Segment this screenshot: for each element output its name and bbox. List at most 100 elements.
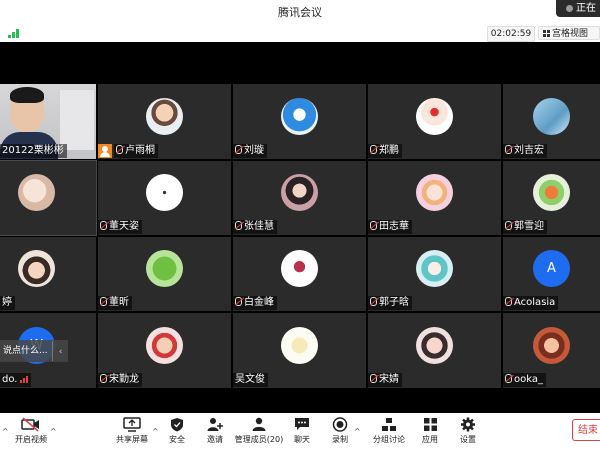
signal-bars-icon xyxy=(20,376,29,383)
mic-muted-icon xyxy=(505,221,512,230)
participant-name: 郭子晗 xyxy=(368,296,412,310)
participant-avatar xyxy=(18,174,55,211)
gear-icon xyxy=(461,417,475,432)
breakout-rooms-label: 分组讨论 xyxy=(373,435,405,444)
mic-muted-icon xyxy=(370,221,377,230)
participant-tile[interactable]: 郑鹏 xyxy=(368,84,501,159)
speaking-indicator[interactable]: 正在 xyxy=(556,0,600,17)
participant-tile[interactable]: 刘吉宏 xyxy=(503,84,600,159)
participant-tile[interactable]: 白金峰 xyxy=(233,237,366,311)
mic-muted-icon xyxy=(505,297,512,306)
participant-avatar xyxy=(146,250,183,287)
mic-muted-icon xyxy=(505,374,512,383)
participant-name: 董天姿 xyxy=(98,220,142,234)
record-icon xyxy=(332,417,348,432)
title-bar: 腾讯会议 正在 xyxy=(0,0,600,24)
record-button[interactable]: 录制 xyxy=(328,413,352,450)
participant-avatar xyxy=(533,174,570,211)
participant-avatar xyxy=(533,326,570,364)
view-mode-button[interactable]: 宫格视图 xyxy=(538,26,600,40)
mic-muted-icon xyxy=(370,297,377,306)
start-video-button[interactable]: 开启视频 xyxy=(10,413,52,450)
chevron-up-icon[interactable]: ^ xyxy=(2,427,9,436)
participant-tile[interactable] xyxy=(0,160,97,236)
manage-members-button[interactable]: 管理成员(20) xyxy=(234,413,284,450)
shield-icon xyxy=(171,418,183,432)
mic-muted-icon xyxy=(100,221,107,230)
mic-muted-icon xyxy=(370,374,377,383)
meeting-timer: 02:02:59 xyxy=(487,26,535,42)
participant-avatar xyxy=(146,97,183,135)
share-screen-label: 共享屏幕 xyxy=(116,435,148,444)
chat-placeholder: 说点什么... xyxy=(3,346,48,356)
invite-button[interactable]: 邀请 xyxy=(202,413,228,450)
mic-muted-icon xyxy=(235,145,242,154)
participant-tile[interactable]: 郭雪迎 xyxy=(503,161,600,235)
participant-name: 宋勤龙 xyxy=(98,373,142,387)
mic-muted-icon xyxy=(100,297,107,306)
participant-tile[interactable]: 宋勤龙 xyxy=(98,313,231,388)
breakout-icon xyxy=(382,418,396,431)
participant-tile[interactable]: 20122栗彬彬 xyxy=(0,84,96,159)
participant-tile[interactable]: 刘璇 xyxy=(233,84,366,159)
participant-avatar xyxy=(416,250,453,287)
participant-tile[interactable]: 吴文俊 xyxy=(233,313,366,388)
participant-grid: 20122栗彬彬 卢雨桐 刘璇 郑鹏 刘吉宏 董天姿 张佳慧 田志華 郭雪迎 婷 xyxy=(0,84,600,389)
participant-name: Acolasia xyxy=(503,296,559,310)
participant-tile[interactable]: 郭子晗 xyxy=(368,237,501,311)
breakout-rooms-button[interactable]: 分组讨论 xyxy=(372,413,406,450)
participant-name: 婷 xyxy=(0,296,15,310)
invite-label: 邀请 xyxy=(207,435,223,444)
participant-name: 20122栗彬彬 xyxy=(0,144,67,158)
mic-muted-icon xyxy=(100,374,107,383)
participant-avatar xyxy=(281,326,318,364)
end-meeting-button[interactable]: 结束 xyxy=(572,419,600,441)
bottom-toolbar: ^ 开启视频 ^ 共享屏幕 ^ 安全 邀请 管理成员(20) 聊天 录制 ^ 分… xyxy=(0,413,600,450)
chevron-up-icon[interactable]: ^ xyxy=(152,427,159,436)
participant-avatar xyxy=(416,174,453,211)
share-screen-icon xyxy=(123,417,141,432)
speaking-label: 正在 xyxy=(576,3,596,14)
security-label: 安全 xyxy=(169,435,185,444)
participant-name: do. xyxy=(0,373,32,387)
participant-name: 宋婧 xyxy=(368,373,402,387)
video-off-icon xyxy=(21,417,39,432)
participant-avatar xyxy=(281,97,318,135)
participant-tile[interactable]: 田志華 xyxy=(368,161,501,235)
participant-tile[interactable]: 宋婧 xyxy=(368,313,501,388)
participant-tile[interactable]: 董昕 xyxy=(98,237,231,311)
participant-avatar xyxy=(146,326,183,364)
participant-name: 刘璇 xyxy=(233,144,267,158)
apps-button[interactable]: 应用 xyxy=(418,413,442,450)
apps-label: 应用 xyxy=(422,435,438,444)
chat-button[interactable]: 聊天 xyxy=(290,413,314,450)
participant-tile[interactable]: 卢雨桐 xyxy=(98,84,231,159)
participant-tile[interactable]: A Acolasia xyxy=(503,237,600,311)
host-icon xyxy=(98,144,112,158)
participant-tile[interactable]: ooka_ xyxy=(503,313,600,388)
mic-muted-icon xyxy=(116,145,123,154)
window-title: 腾讯会议 xyxy=(278,6,322,19)
collapse-chevron-icon[interactable]: ‹ xyxy=(52,341,68,361)
settings-button[interactable]: 设置 xyxy=(456,413,480,450)
participant-tile[interactable]: 张佳慧 xyxy=(233,161,366,235)
participant-tile[interactable]: 婷 xyxy=(0,237,96,311)
record-label: 录制 xyxy=(332,435,348,444)
share-screen-button[interactable]: 共享屏幕 xyxy=(114,413,150,450)
chevron-up-icon[interactable]: ^ xyxy=(50,427,57,436)
meeting-info-bar: 02:02:59 宫格视图 xyxy=(0,24,600,42)
mic-muted-icon xyxy=(505,145,512,154)
security-button[interactable]: 安全 xyxy=(164,413,190,450)
participant-tile[interactable]: 董天姿 xyxy=(98,161,231,235)
chat-label: 聊天 xyxy=(294,435,310,444)
participant-name: 郑鹏 xyxy=(368,144,402,158)
participant-name: 郭雪迎 xyxy=(503,220,547,234)
mic-muted-icon xyxy=(235,221,242,230)
participant-avatar xyxy=(281,250,318,287)
chat-input-popup[interactable]: 说点什么... ‹ xyxy=(0,340,68,362)
participant-avatar: A xyxy=(533,250,570,287)
chevron-up-icon[interactable]: ^ xyxy=(354,427,361,436)
network-signal-icon[interactable] xyxy=(8,28,21,38)
participant-name: 白金峰 xyxy=(233,296,277,310)
participant-avatar xyxy=(533,97,570,135)
